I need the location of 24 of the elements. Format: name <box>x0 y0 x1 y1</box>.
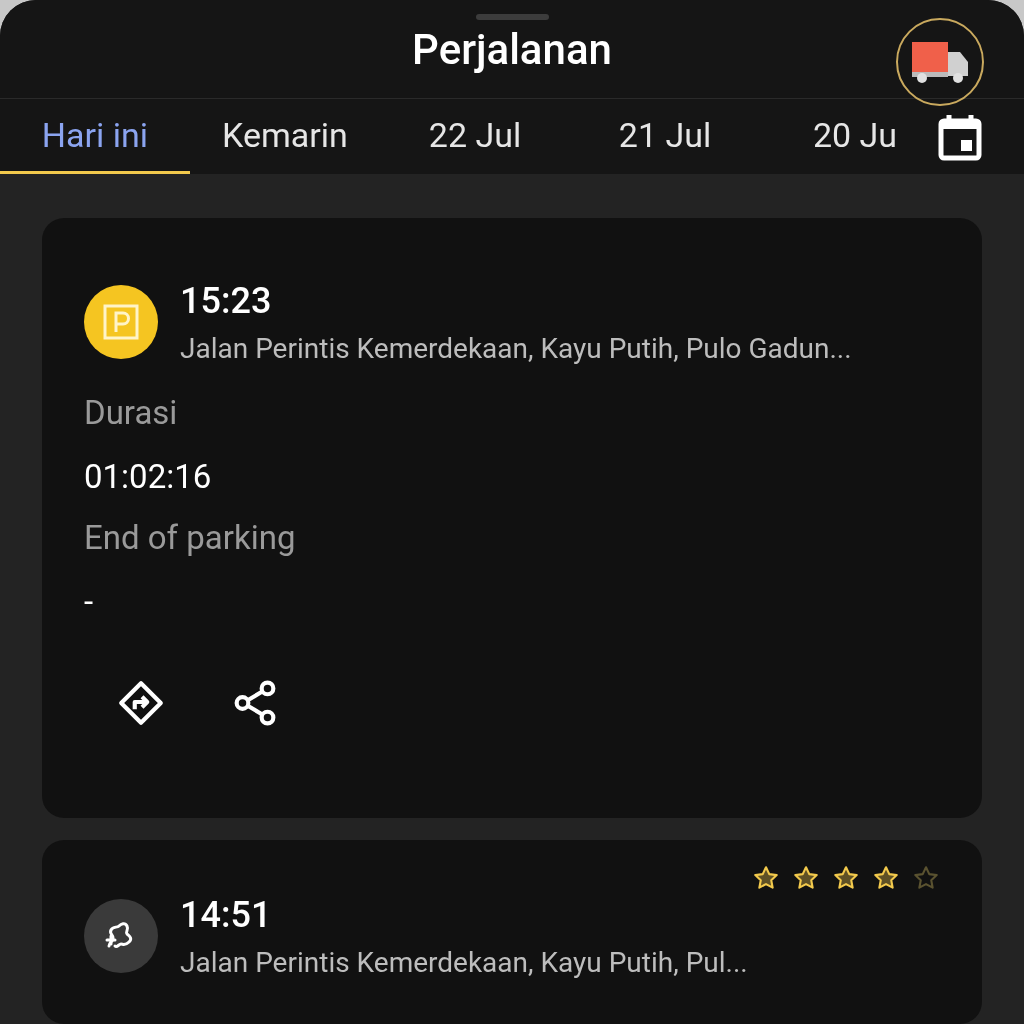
star-icon <box>832 864 860 892</box>
trip-time: 14:51 <box>180 893 273 938</box>
trip-card[interactable]: 15:23 Jalan Perintis Kemerdekaan, Kayu Putih, Pulo Gadun... Durasi 01:02:16 End of parking - <box>42 218 982 818</box>
star-icon <box>792 864 820 892</box>
date-tab[interactable]: 21 Jul <box>570 99 760 174</box>
date-tab[interactable]: Hari ini <box>0 99 190 174</box>
detail-value: 01:02:16 <box>84 455 213 498</box>
detail-label: End of parking <box>84 517 297 559</box>
star-icon <box>872 864 900 892</box>
detail-label: Durasi <box>84 392 179 434</box>
date-tab[interactable]: 20 Ju <box>760 99 950 174</box>
calendar-icon[interactable] <box>938 112 982 161</box>
detail-value: - <box>84 580 95 623</box>
trip-card[interactable]: 14:51 Jalan Perintis Kemerdekaan, Kayu Putih, Pul... <box>42 840 982 1024</box>
date-tab[interactable]: 22 Jul <box>380 99 570 174</box>
page-title: Perjalanan <box>412 23 612 76</box>
date-tab[interactable]: Kemarin <box>190 99 380 174</box>
trip-address: Jalan Perintis Kemerdekaan, Kayu Putih, Pul... <box>180 945 748 981</box>
trip-time: 15:23 <box>180 279 273 324</box>
drag-handle[interactable] <box>476 14 549 20</box>
star-icon <box>752 864 780 892</box>
trip-address: Jalan Perintis Kemerdekaan, Kayu Putih, Pulo Gadun... <box>180 331 852 367</box>
directions-button[interactable] <box>116 678 166 728</box>
star-icon <box>912 864 940 892</box>
